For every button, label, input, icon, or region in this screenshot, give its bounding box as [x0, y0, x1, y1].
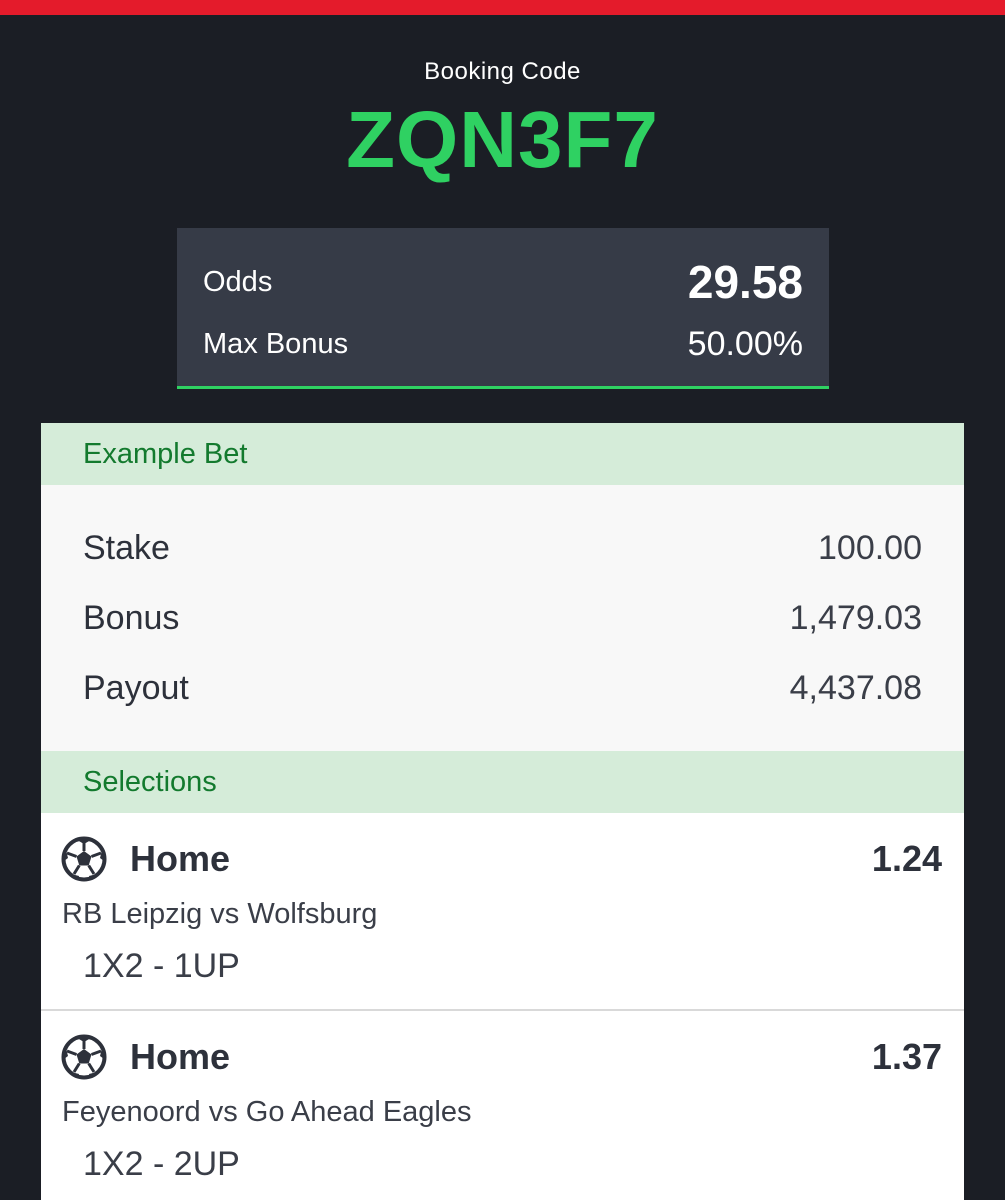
max-bonus-row: Max Bonus 50.00% [203, 324, 803, 364]
booking-code-label: Booking Code [424, 58, 581, 85]
selection-market: 1X2 - 2UP [83, 1145, 240, 1183]
example-bet-body: Stake 100.00 Bonus 1,479.03 Payout 4,437… [41, 485, 964, 751]
selection-match: Feyenoord vs Go Ahead Eagles [62, 1096, 472, 1128]
example-bet-header: Example Bet [41, 423, 964, 485]
soccer-ball-icon [61, 836, 107, 882]
odds-label: Odds [203, 265, 273, 298]
bonus-label: Bonus [83, 598, 180, 637]
max-bonus-value: 50.00% [687, 324, 803, 363]
selection-item[interactable]: Home 1.37 Feyenoord vs Go Ahead Eagles 1… [41, 1011, 964, 1200]
odds-row: Odds 29.58 [203, 256, 803, 308]
max-bonus-label: Max Bonus [203, 327, 349, 360]
payout-row: Payout 4,437.08 [41, 653, 964, 723]
payout-label: Payout [83, 668, 189, 707]
bonus-value: 1,479.03 [789, 598, 922, 637]
selection-odds: 1.24 [871, 838, 942, 879]
selection-item[interactable]: Home 1.24 RB Leipzig vs Wolfsburg 1X2 - … [41, 813, 964, 1011]
odds-value: 29.58 [687, 256, 803, 308]
selection-pick: Home [130, 838, 231, 879]
stake-row: Stake 100.00 [41, 513, 964, 583]
bonus-row: Bonus 1,479.03 [41, 583, 964, 653]
bet-details-panel: Example Bet Stake 100.00 Bonus 1,479.03 … [41, 423, 964, 1200]
odds-summary-card: Odds 29.58 Max Bonus 50.00% [177, 228, 829, 389]
soccer-ball-icon [61, 1034, 107, 1080]
stake-value: 100.00 [818, 528, 922, 567]
selection-pick: Home [130, 1036, 231, 1077]
selection-market: 1X2 - 1UP [83, 947, 240, 985]
selection-odds: 1.37 [871, 1036, 942, 1077]
payout-value: 4,437.08 [789, 668, 922, 707]
stake-label: Stake [83, 528, 170, 567]
selection-match: RB Leipzig vs Wolfsburg [62, 898, 378, 930]
selections-header: Selections [41, 751, 964, 813]
top-accent-bar [0, 0, 1005, 15]
booking-code[interactable]: ZQN3F7 [0, 94, 1005, 186]
